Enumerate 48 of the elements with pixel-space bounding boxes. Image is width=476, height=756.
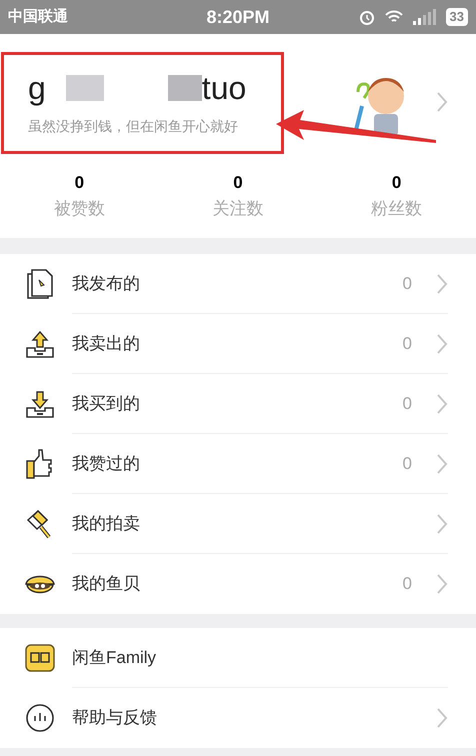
profile-header[interactable]: g tuo 虽然没挣到钱，但在闲鱼开心就好 (0, 34, 476, 170)
alarm-icon (358, 8, 376, 26)
stat-value: 0 (233, 172, 243, 194)
menu-row[interactable]: 我赞过的 0 (0, 434, 476, 494)
menu-row[interactable]: 我发布的 0 (0, 254, 476, 314)
app-tile-icon (24, 642, 56, 674)
stat-label: 被赞数 (54, 198, 105, 220)
item-count: 0 (402, 392, 412, 415)
menu-label: 闲鱼Family (72, 646, 158, 669)
menu-label: 我的拍卖 (72, 512, 141, 535)
battery-level: 33 (446, 8, 468, 26)
chevron-right-icon (436, 573, 448, 595)
profile-motto: 虽然没挣到钱，但在闲鱼开心就好 (28, 116, 239, 136)
user-name: g (28, 68, 46, 108)
chevron-right-icon (436, 392, 448, 414)
menu-label: 我卖出的 (72, 332, 141, 355)
menu-row[interactable]: 我买到的 0 (0, 374, 476, 434)
menu-row[interactable]: 我的鱼贝 0 (0, 554, 476, 614)
chevron-right-icon (436, 91, 448, 113)
chevron-right-icon (436, 512, 448, 534)
chevron-right-icon (436, 707, 448, 729)
menu-label: 我赞过的 (72, 452, 141, 475)
item-count: 0 (402, 272, 412, 295)
chevron-right-icon (436, 332, 448, 354)
stat-label: 关注数 (212, 198, 264, 220)
signal-icon (412, 9, 438, 25)
menu-row[interactable]: 闲鱼Family (0, 628, 476, 688)
clock-time: 8:20PM (205, 6, 271, 28)
document-icon (24, 268, 56, 300)
chevron-right-icon (436, 272, 448, 294)
help-circle-icon (24, 702, 56, 734)
menu-label: 帮助与反馈 (72, 707, 158, 730)
menu-row[interactable]: 我卖出的 0 (0, 314, 476, 374)
menu-row[interactable]: 我的拍卖 (0, 494, 476, 554)
stat-label: 粉丝数 (371, 198, 422, 220)
menu-label: 我的鱼贝 (72, 573, 141, 596)
item-count: 0 (402, 573, 412, 596)
stat-value: 0 (392, 172, 402, 194)
user-name: tuo (202, 68, 246, 108)
menu-row[interactable]: 帮助与反馈 (0, 688, 476, 748)
menu-label: 我发布的 (72, 272, 141, 295)
menu-label: 我买到的 (72, 392, 141, 415)
chevron-right-icon (436, 452, 448, 474)
item-count: 0 (402, 452, 412, 475)
tray-upload-icon (24, 328, 56, 360)
carrier-name: 中国联通 (8, 6, 69, 27)
item-count: 0 (402, 332, 412, 355)
stat-value: 0 (74, 172, 84, 194)
